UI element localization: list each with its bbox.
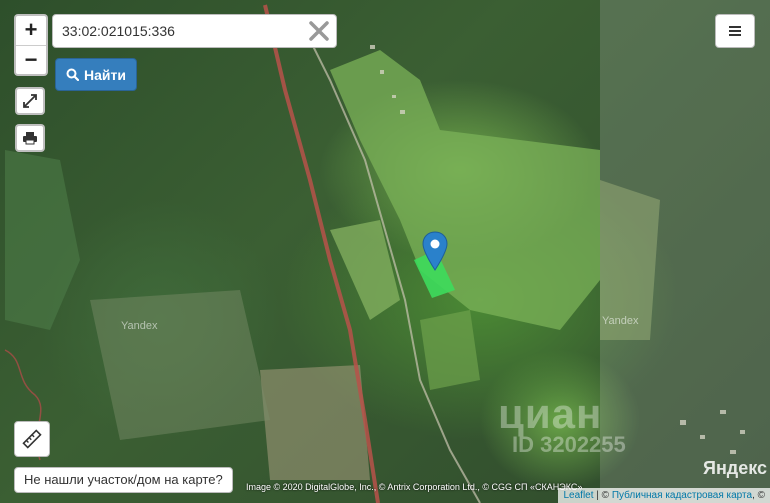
leaflet-link[interactable]: Leaflet (563, 490, 593, 501)
search-input[interactable] (62, 22, 302, 40)
zoom-in-button[interactable]: + (16, 16, 46, 46)
cian-watermark: циан (498, 390, 603, 437)
field-area-light (260, 365, 370, 480)
hamburger-icon (729, 26, 741, 36)
find-button[interactable]: Найти (55, 58, 137, 91)
menu-button[interactable] (715, 14, 755, 48)
zoom-out-button[interactable]: − (16, 46, 46, 75)
close-icon[interactable] (308, 20, 330, 42)
yandex-watermark: Yandex (121, 320, 158, 332)
not-found-button[interactable]: Не нашли участок/дом на карте? (14, 467, 233, 493)
attribution-suffix: , © (752, 490, 765, 501)
field-area-west (90, 290, 270, 440)
zoom-control: + − (14, 14, 48, 76)
attribution-separator: | © (593, 490, 612, 501)
cian-watermark-id: ID 3202255 (512, 432, 626, 457)
print-button[interactable] (15, 124, 45, 152)
search-icon (66, 68, 80, 81)
measure-button[interactable] (14, 421, 50, 457)
wetland (5, 150, 80, 330)
cadastral-map-link[interactable]: Публичная кадастровая карта (612, 490, 752, 501)
field-area-south (420, 310, 480, 390)
find-button-label: Найти (84, 66, 126, 83)
expand-icon (23, 94, 37, 108)
printer-icon (23, 132, 37, 145)
map-attribution: Leaflet | © Публичная кадастровая карта,… (558, 488, 770, 503)
yandex-watermark: Yandex (602, 315, 639, 327)
search-box (52, 14, 337, 48)
field-area-lower (330, 220, 400, 320)
fullscreen-button[interactable] (15, 87, 45, 115)
ruler-icon (22, 429, 42, 449)
yandex-logo: Яндекс (703, 458, 768, 478)
map-canvas[interactable]: Yandex Yandex циан ID 3202255 Яндекс + − (0, 0, 770, 503)
imagery-credit: Image © 2020 DigitalGlobe, Inc., © Antri… (246, 482, 583, 492)
